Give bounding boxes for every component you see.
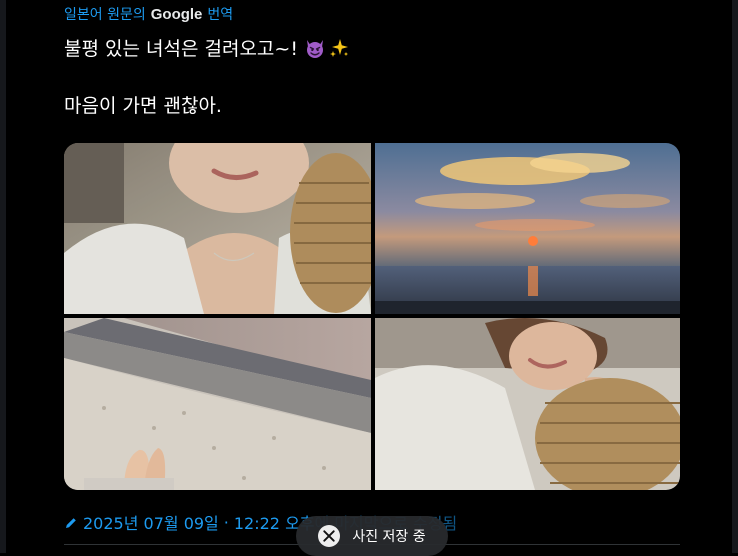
tweet-text-1: 불평 있는 녀석은 걸려오고~! — [64, 38, 298, 60]
toast-label: 사진 저장 중 — [352, 529, 426, 545]
tweet-text-line-1: 불평 있는 녀석은 걸려오고~! — [64, 34, 350, 61]
photo-ocean-sunset[interactable] — [375, 143, 680, 314]
saving-photo-toast: 사진 저장 중 — [296, 516, 448, 556]
pencil-icon — [64, 515, 78, 529]
meta-separator: · — [223, 512, 229, 532]
translation-notice[interactable]: 일본어 원문의 Google 번역 — [64, 4, 233, 24]
photo-sandy-beach[interactable] — [64, 318, 371, 490]
timeline-column-edge-right — [732, 0, 738, 553]
tweet-date: 2025년 07월 09일 — [83, 514, 219, 533]
x-logo-icon — [318, 525, 341, 547]
photo-smiling-selfie[interactable] — [375, 318, 680, 490]
tweet-text-line-2: 마음이 가면 괜찮아. — [64, 95, 222, 117]
sparkles-icon — [328, 37, 350, 59]
media-grid — [64, 143, 680, 490]
translation-prefix: 일본어 원문의 — [64, 7, 146, 23]
translation-suffix: 번역 — [207, 7, 234, 23]
google-logo-text: Google — [150, 6, 203, 23]
photo-selfie-straw-bag[interactable] — [64, 143, 371, 314]
timeline-column-edge-left — [0, 0, 6, 553]
smiling-devil-icon — [304, 37, 326, 59]
